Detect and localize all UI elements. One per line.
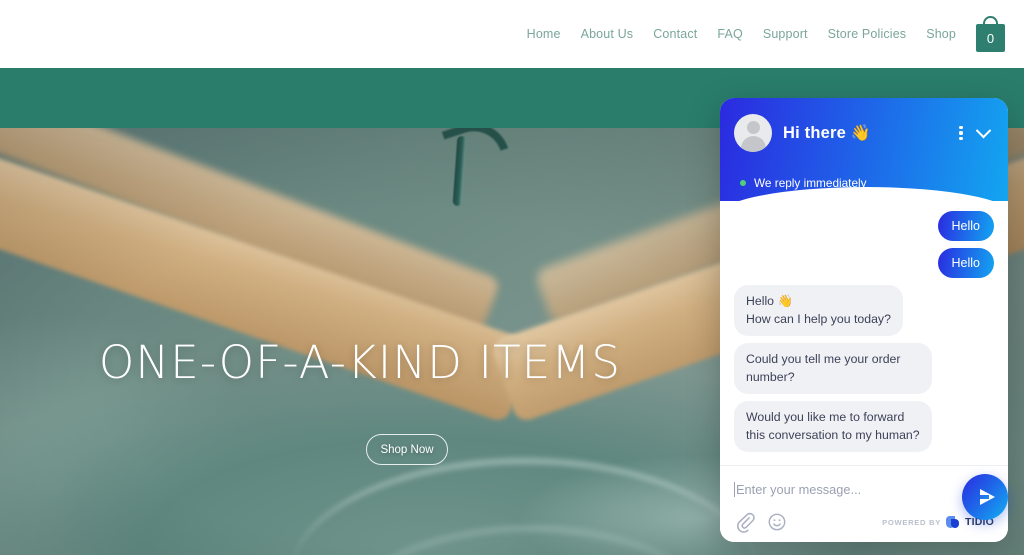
- user-message-bubble: Hello: [937, 248, 994, 279]
- nav-item-store-policies[interactable]: Store Policies: [818, 27, 917, 41]
- user-message-bubble: Hello: [937, 211, 994, 242]
- chat-message-row: Would you like me to forward this conver…: [734, 401, 994, 452]
- chevron-down-icon: [975, 122, 991, 138]
- chat-collapse-button[interactable]: [972, 121, 994, 145]
- chat-header-row: Hi there 👋: [720, 98, 1008, 168]
- nav-item-support[interactable]: Support: [753, 27, 818, 41]
- chat-widget-header: Hi there 👋 We reply immediately: [720, 98, 1008, 217]
- cart-item-count: 0: [986, 30, 995, 46]
- wave-emoji-icon: 👋: [850, 125, 871, 142]
- hero-title: ONE-OF-A-KIND ITEMS: [98, 336, 622, 389]
- tidio-logo-icon: [946, 515, 960, 529]
- chat-input-line[interactable]: Enter your message...: [734, 478, 994, 500]
- site-header: Home About Us Contact FAQ Support Store …: [0, 0, 1024, 68]
- online-status-dot-icon: [740, 180, 746, 186]
- send-message-button[interactable]: [962, 474, 1008, 520]
- nav-item-about-us[interactable]: About Us: [571, 27, 644, 41]
- chat-message-row: Could you tell me your order number?: [734, 343, 994, 395]
- bot-message-bubble: Would you like me to forward this conver…: [734, 401, 932, 452]
- send-paper-plane-icon: [979, 489, 995, 505]
- chat-message-row: Hello: [734, 211, 994, 242]
- nav-item-faq[interactable]: FAQ: [707, 27, 752, 41]
- chat-input-toolbar: POWERED BY TIDIO: [734, 511, 994, 533]
- bot-message-bubble: Hello 👋 How can I help you today?: [734, 285, 903, 337]
- nav-item-shop[interactable]: Shop: [916, 27, 966, 41]
- kebab-menu-icon: [959, 125, 963, 141]
- cart-button[interactable]: 0: [970, 10, 1012, 56]
- page-root: ONE-OF-A-KIND ITEMS Shop Now Home About …: [0, 0, 1024, 555]
- bot-message-bubble: Could you tell me your order number?: [734, 343, 932, 395]
- main-navigation: Home About Us Contact FAQ Support Store …: [517, 0, 1012, 68]
- nav-item-contact[interactable]: Contact: [643, 27, 707, 41]
- person-avatar-icon: [734, 114, 772, 152]
- shop-now-button[interactable]: Shop Now: [366, 434, 448, 465]
- smiley-face-icon[interactable]: [766, 511, 788, 533]
- text-caret: [734, 481, 735, 497]
- paperclip-icon[interactable]: [734, 511, 756, 533]
- nav-item-home[interactable]: Home: [517, 27, 571, 41]
- powered-by-label: POWERED BY: [882, 517, 941, 527]
- message-input-placeholder: Enter your message...: [736, 481, 862, 497]
- chat-title-text: Hi there: [783, 124, 847, 142]
- chat-widget: Hi there 👋 We reply immediately Hello He…: [720, 98, 1008, 542]
- chat-message-row: Hello: [734, 248, 994, 279]
- chat-title: Hi there 👋: [783, 123, 950, 143]
- chat-menu-button[interactable]: [950, 121, 972, 145]
- chat-message-list[interactable]: Hello Hello Hello 👋 How can I help you t…: [720, 201, 1008, 465]
- chat-message-row: Hello 👋 How can I help you today?: [734, 285, 994, 337]
